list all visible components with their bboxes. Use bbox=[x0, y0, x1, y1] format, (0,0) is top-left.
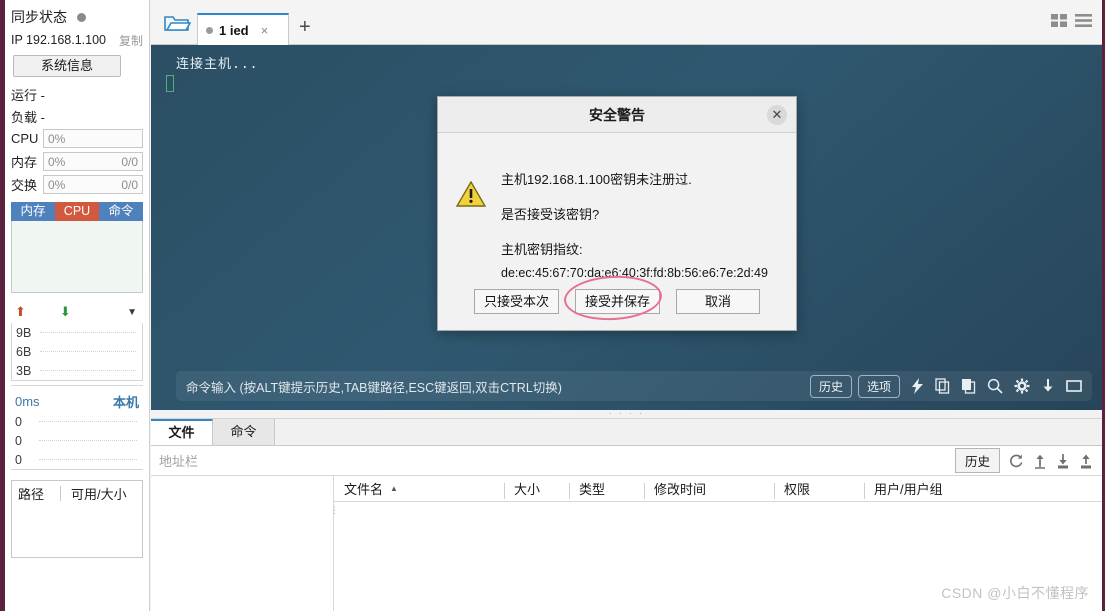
accept-and-save-button[interactable]: 接受并保存 bbox=[575, 289, 661, 314]
dialog-message-line3: 主机密钥指纹: bbox=[501, 242, 583, 257]
dialog-fingerprint: de:ec:45:67:70:da:e6:40:3f:fd:8b:56:e6:7… bbox=[501, 266, 768, 280]
warning-triangle-icon bbox=[455, 180, 487, 211]
accept-once-button[interactable]: 只接受本次 bbox=[473, 289, 559, 314]
dialog-title-bar: 安全警告 ✕ bbox=[438, 97, 796, 133]
dialog-overlay: 安全警告 ✕ 主机192.168.1.100密钥未注册过. 是否接受该密钥? 主… bbox=[0, 0, 1105, 611]
cancel-button[interactable]: 取消 bbox=[676, 289, 761, 314]
dialog-message-line1: 主机192.168.1.100密钥未注册过. bbox=[501, 172, 692, 187]
security-warning-dialog: 安全警告 ✕ 主机192.168.1.100密钥未注册过. 是否接受该密钥? 主… bbox=[437, 96, 797, 331]
dialog-message-line2: 是否接受该密钥? bbox=[501, 207, 600, 222]
dialog-body: 主机192.168.1.100密钥未注册过. 是否接受该密钥? 主机密钥指纹: … bbox=[438, 133, 796, 280]
watermark: CSDN @小白不懂程序 bbox=[941, 585, 1089, 601]
app-window: 同步状态 IP 192.168.1.100 复制 系统信息 运行 - 负载 - … bbox=[0, 0, 1105, 611]
close-icon[interactable]: ✕ bbox=[767, 105, 787, 125]
dialog-button-row: 只接受本次 接受并保存 取消 bbox=[438, 289, 796, 314]
dialog-title: 安全警告 bbox=[589, 106, 645, 123]
